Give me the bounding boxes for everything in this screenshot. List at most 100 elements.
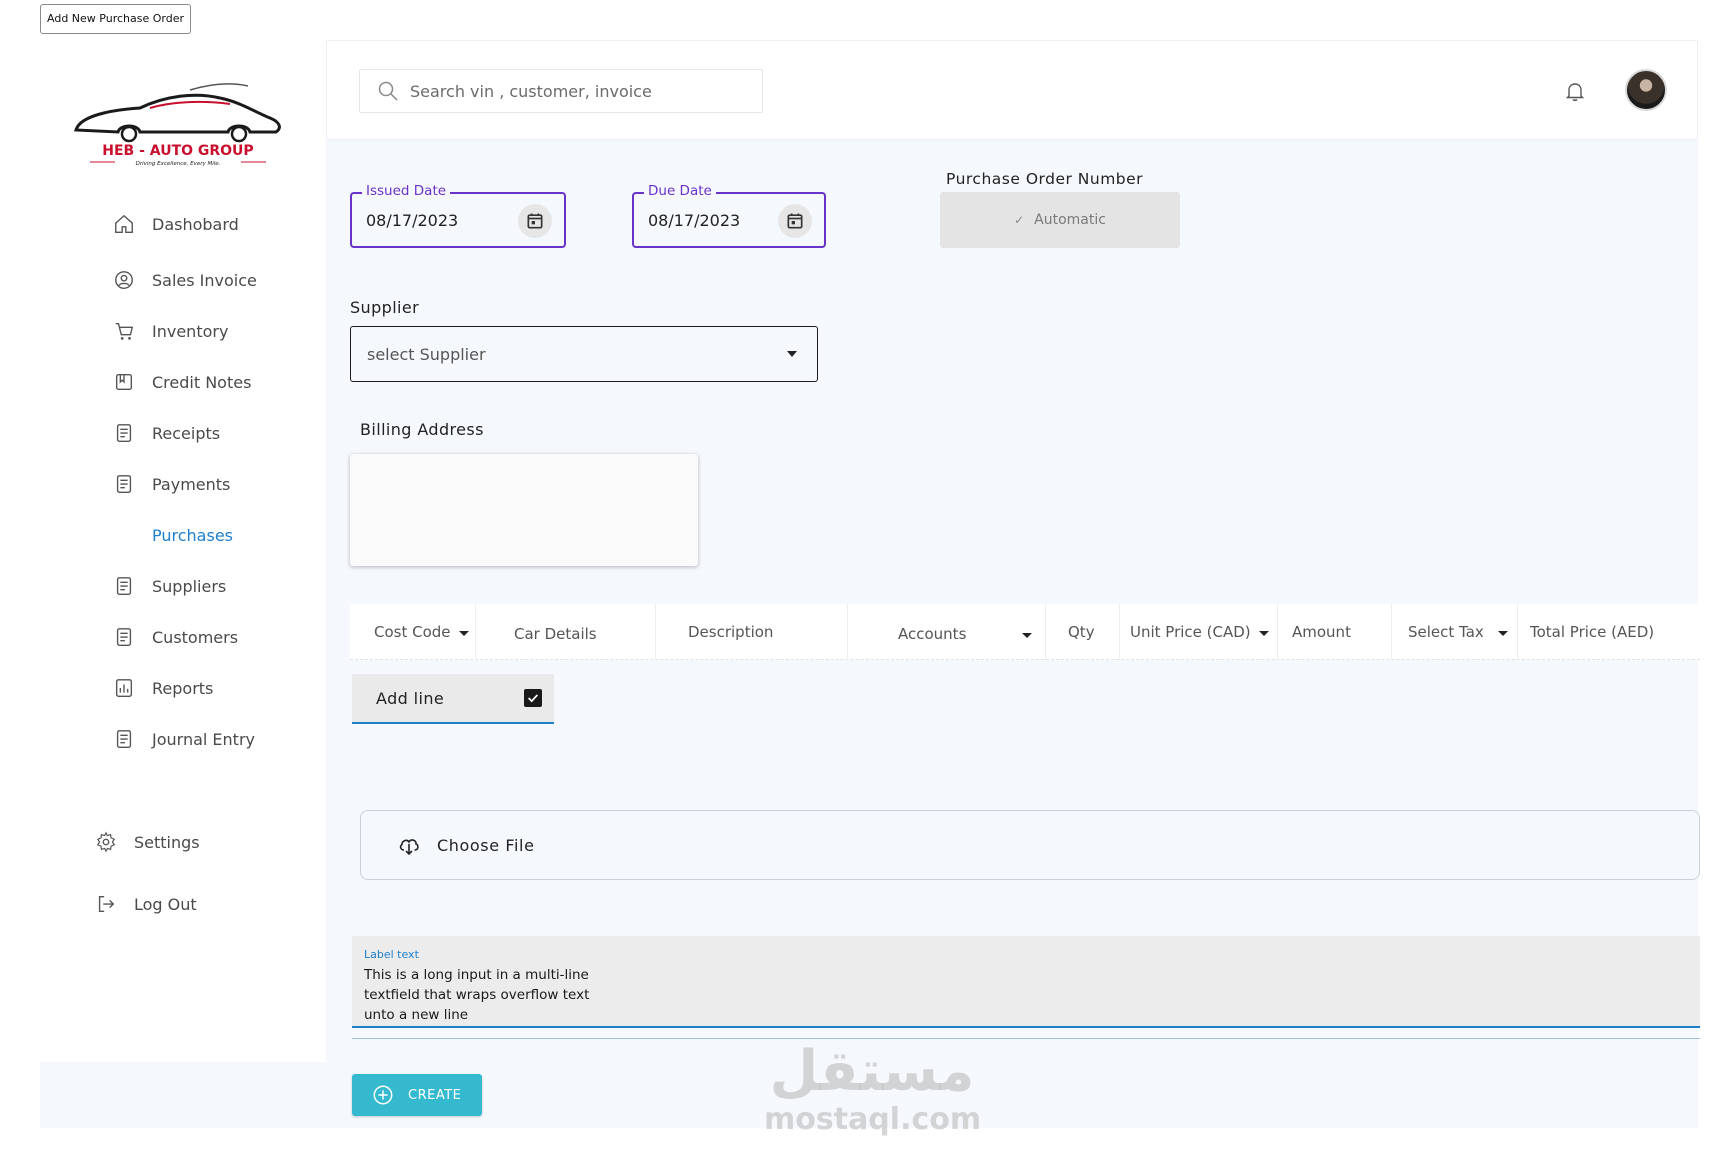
sidebar-item-customers[interactable]: Customers [112,621,238,653]
chevron-down-icon [1022,632,1033,638]
sidebar-item-sales-invoice[interactable]: Sales Invoice [112,264,257,296]
billing-address-field[interactable] [350,454,698,566]
column-label: Unit Price (CAD) [1130,623,1251,641]
supplier-label: Supplier [350,298,420,317]
column-select-tax[interactable]: Select Tax [1392,604,1518,660]
watermark-arabic: مستقل [769,1039,975,1104]
chevron-down-icon [1258,630,1269,636]
column-qty: Qty [1046,604,1120,660]
column-accounts[interactable]: Accounts [848,604,1046,660]
svg-text:Driving Excellence, Every Mile: Driving Excellence, Every Mile. [136,161,221,167]
document-icon [112,727,136,751]
home-icon [112,212,136,236]
chevron-down-icon [787,351,797,357]
po-number-field: ✓ Automatic [940,192,1180,248]
cloud-download-icon [399,839,419,856]
document-icon [112,472,136,496]
calendar-icon[interactable] [518,204,552,238]
column-cost-code[interactable]: Cost Code [350,604,476,660]
sidebar-item-journal-entry[interactable]: Journal Entry [112,723,255,755]
logout-icon [94,892,118,916]
gear-icon [94,830,118,854]
brand-logo[interactable]: HEB - AUTO GROUP Driving Excellence, Eve… [70,72,286,168]
column-total-price: Total Price (AED) [1518,604,1700,660]
sidebar-item-settings[interactable]: Settings [94,826,200,858]
sidebar-item-payments[interactable]: Payments [112,468,230,500]
create-button[interactable]: CREATE [352,1074,482,1116]
sidebar-item-label: Dashobard [152,214,239,234]
calendar-icon[interactable] [778,204,812,238]
document-icon [112,574,136,598]
notes-label: Label text [364,948,419,961]
add-line-button[interactable]: Add line [352,674,554,724]
column-amount: Amount [1278,604,1392,660]
column-label: Car Details [514,625,597,643]
column-car-details: Car Details [476,604,656,660]
issued-date-value: 08/17/2023 [366,211,459,230]
purchase-order-form: Issued Date 08/17/2023 Due Date 08/17/20… [326,140,1700,1116]
svg-text:HEB - AUTO GROUP: HEB - AUTO GROUP [102,143,253,159]
search-input[interactable] [410,81,750,101]
column-label: Total Price (AED) [1530,623,1655,641]
sidebar-item-label: Credit Notes [152,372,252,392]
sidebar-item-label: Inventory [152,321,229,341]
sidebar-item-label: Sales Invoice [152,270,257,290]
column-label: Description [688,623,774,641]
checkbox-checked-icon[interactable] [524,689,542,707]
notes-textarea[interactable]: Label text This is a long input in a mul… [352,936,1700,1028]
line-items-header: Cost Code Car Details Description Accoun… [350,604,1700,660]
sidebar-item-label: Journal Entry [152,729,255,749]
issued-date-label: Issued Date [362,183,451,199]
bar-chart-icon [112,676,136,700]
sidebar-item-credit-notes[interactable]: Credit Notes [112,366,251,398]
sidebar-item-label: Receipts [152,423,221,443]
user-circle-icon [112,268,136,292]
avatar[interactable] [1625,69,1667,111]
sidebar-item-label: Suppliers [152,576,227,596]
sidebar: HEB - AUTO GROUP Driving Excellence, Eve… [40,40,322,1062]
sidebar-item-inventory[interactable]: Inventory [112,315,228,347]
add-line-label: Add line [376,688,445,708]
po-number-value: Automatic [1034,212,1106,228]
supplier-select[interactable]: select Supplier [350,326,818,382]
bell-icon[interactable] [1563,79,1587,103]
choose-file-button[interactable]: Choose File [360,810,1700,880]
logout-label: Log Out [134,894,197,914]
choose-file-label: Choose File [437,835,535,855]
sidebar-item-label: Purchases [152,525,233,545]
document-icon [112,421,136,445]
sidebar-item-reports[interactable]: Reports [112,672,213,704]
divider [352,1038,1700,1039]
column-label: Amount [1292,623,1351,641]
column-label: Cost Code [374,623,451,641]
supplier-placeholder: select Supplier [367,345,486,364]
add-circle-icon [373,1085,393,1105]
column-unit-price[interactable]: Unit Price (CAD) [1120,604,1278,660]
due-date-field[interactable]: Due Date 08/17/2023 [632,183,826,248]
watermark: مستقل mostaql.com [764,1039,982,1150]
due-date-value: 08/17/2023 [648,211,741,230]
search-box[interactable] [359,69,763,113]
notes-value: This is a long input in a multi-line tex… [364,967,590,1023]
settings-label: Settings [134,832,200,852]
sidebar-item-dashboard[interactable]: Dashobard [112,208,239,240]
check-icon: ✓ [1014,213,1025,227]
document-icon [112,625,136,649]
column-label: Qty [1068,623,1095,641]
sidebar-item-logout[interactable]: Log Out [94,888,197,920]
issued-date-field[interactable]: Issued Date 08/17/2023 [350,183,566,248]
page-tag[interactable]: Add New Purchase Order [40,4,191,34]
column-description: Description [656,604,848,660]
sidebar-item-label: Reports [152,678,214,698]
chevron-down-icon [1497,630,1508,636]
cart-icon [112,319,136,343]
watermark-latin: mostaql.com [764,1102,982,1137]
credit-note-icon [112,370,136,394]
sidebar-item-purchases[interactable]: Purchases [112,519,233,551]
billing-address-label: Billing Address [360,420,484,439]
sidebar-item-receipts[interactable]: Receipts [112,417,220,449]
column-label: Select Tax [1408,623,1484,641]
sidebar-item-label: Customers [152,627,239,647]
search-icon [378,81,398,101]
sidebar-item-suppliers[interactable]: Suppliers [112,570,226,602]
